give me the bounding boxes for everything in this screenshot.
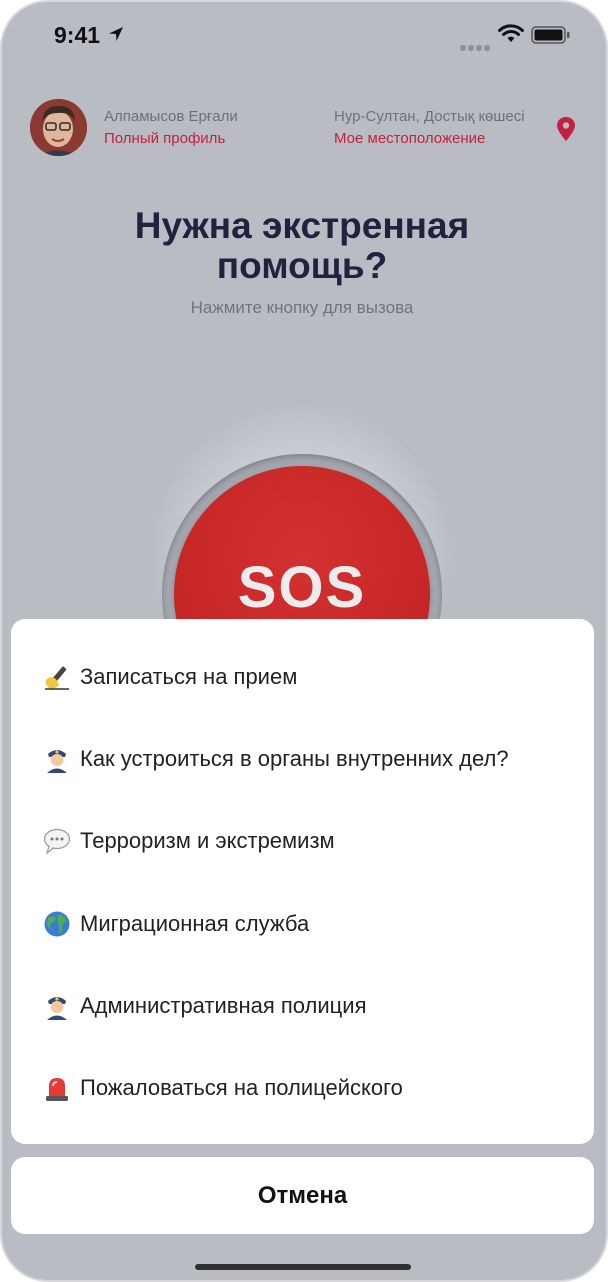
action-sheet-item-career[interactable]: Как устроиться в органы внутренних дел?	[11, 718, 594, 800]
avatar[interactable]	[30, 99, 87, 156]
title-line-1: Нужна экстренная	[134, 205, 470, 246]
cellular-signal-icon	[460, 38, 492, 56]
battery-icon	[531, 26, 570, 44]
my-location-link[interactable]: Мое местоположение	[334, 130, 485, 147]
page-subtitle: Нажмите кнопку для вызова	[190, 298, 414, 317]
speech-bubble-icon	[42, 826, 72, 856]
action-sheet: Записаться на прием Как устроиться в орг…	[11, 619, 594, 1144]
phone-screen: 9:41 Алпамысов Ерғали Полный профиль Нур…	[0, 0, 608, 1282]
user-name: Алпамысов Ерғали	[104, 108, 238, 125]
action-sheet-item-label: Миграционная служба	[80, 911, 310, 936]
globe-icon	[42, 909, 72, 939]
action-sheet-item-label: Как устроиться в органы внутренних дел?	[80, 746, 509, 771]
action-sheet-item-appointment[interactable]: Записаться на прием	[11, 636, 594, 718]
page-title: Нужна экстренная помощь?	[2, 206, 602, 286]
action-sheet-item-complaint[interactable]: Пожаловаться на полицейского	[11, 1047, 594, 1129]
cancel-button[interactable]: Отмена	[11, 1157, 594, 1234]
status-time: 9:41	[54, 22, 101, 48]
action-sheet-item-label: Терроризм и экстремизм	[80, 828, 335, 853]
police-light-icon	[42, 1073, 72, 1103]
status-bar: 9:41	[2, 2, 606, 68]
action-sheet-item-label: Пожаловаться на полицейского	[80, 1075, 403, 1100]
police-officer-icon	[42, 744, 72, 774]
home-indicator[interactable]	[195, 1264, 411, 1270]
location-arrow-icon	[109, 27, 123, 41]
action-sheet-item-terrorism[interactable]: Терроризм и экстремизм	[11, 800, 594, 882]
cancel-button-label: Отмена	[257, 1181, 348, 1209]
title-line-2: помощь?	[216, 245, 388, 286]
action-sheet-item-admin-police[interactable]: Административная полиция	[11, 965, 594, 1047]
action-sheet-item-label: Административная полиция	[80, 993, 367, 1018]
action-sheet-item-migration[interactable]: Миграционная служба	[11, 883, 594, 965]
full-profile-link[interactable]: Полный профиль	[104, 130, 225, 147]
sos-button-label: SOS	[237, 555, 367, 620]
current-address: Нур-Султан, Достық көшесі	[334, 108, 525, 125]
wifi-icon	[498, 24, 524, 42]
writing-hand-icon	[42, 662, 72, 692]
action-sheet-item-label: Записаться на прием	[80, 664, 298, 689]
avatar-photo	[30, 99, 87, 156]
police-officer-icon	[42, 991, 72, 1021]
map-pin-icon[interactable]	[556, 116, 576, 142]
